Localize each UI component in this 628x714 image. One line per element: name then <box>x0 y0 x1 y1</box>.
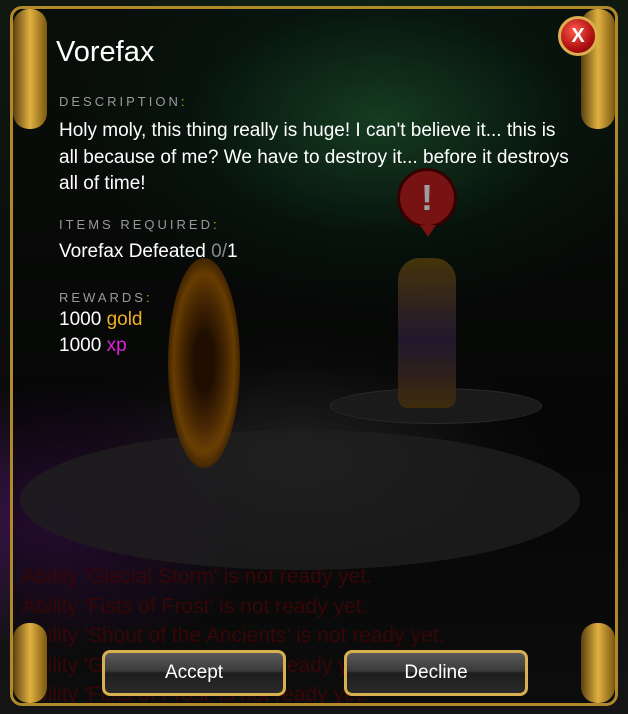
close-button[interactable]: X <box>558 16 598 56</box>
quest-title: Vorefax <box>56 36 155 68</box>
rewards-heading-text: REWARDS <box>59 290 146 305</box>
reward-gold-amount: 1000 <box>59 309 102 330</box>
required-item-need: 1 <box>226 241 238 262</box>
description-heading: DESCRIPTION: <box>59 94 188 109</box>
description-heading-text: DESCRIPTION <box>59 94 181 109</box>
reward-gold: 1000 gold <box>59 309 142 331</box>
rewards-heading: REWARDS: <box>59 290 153 305</box>
frame-ornament <box>13 9 47 129</box>
quest-description: Holy moly, this thing really is huge! I … <box>59 120 569 194</box>
frame-ornament <box>581 623 615 703</box>
close-icon: X <box>571 24 585 47</box>
items-required-heading: ITEMS REQUIRED: <box>59 217 220 232</box>
required-item-have: 0 <box>211 241 222 262</box>
accept-button[interactable]: Accept <box>102 650 286 696</box>
frame-ornament <box>13 623 47 703</box>
reward-gold-unit: gold <box>106 309 143 330</box>
required-item-name: Vorefax Defeated <box>59 241 206 262</box>
reward-xp-amount: 1000 <box>59 335 102 356</box>
items-required-heading-text: ITEMS REQUIRED <box>59 217 213 232</box>
required-item: Vorefax Defeated 0/1 <box>59 241 238 262</box>
reward-xp: 1000 xp <box>59 335 127 357</box>
decline-button[interactable]: Decline <box>344 650 528 696</box>
reward-xp-unit: xp <box>106 335 127 356</box>
